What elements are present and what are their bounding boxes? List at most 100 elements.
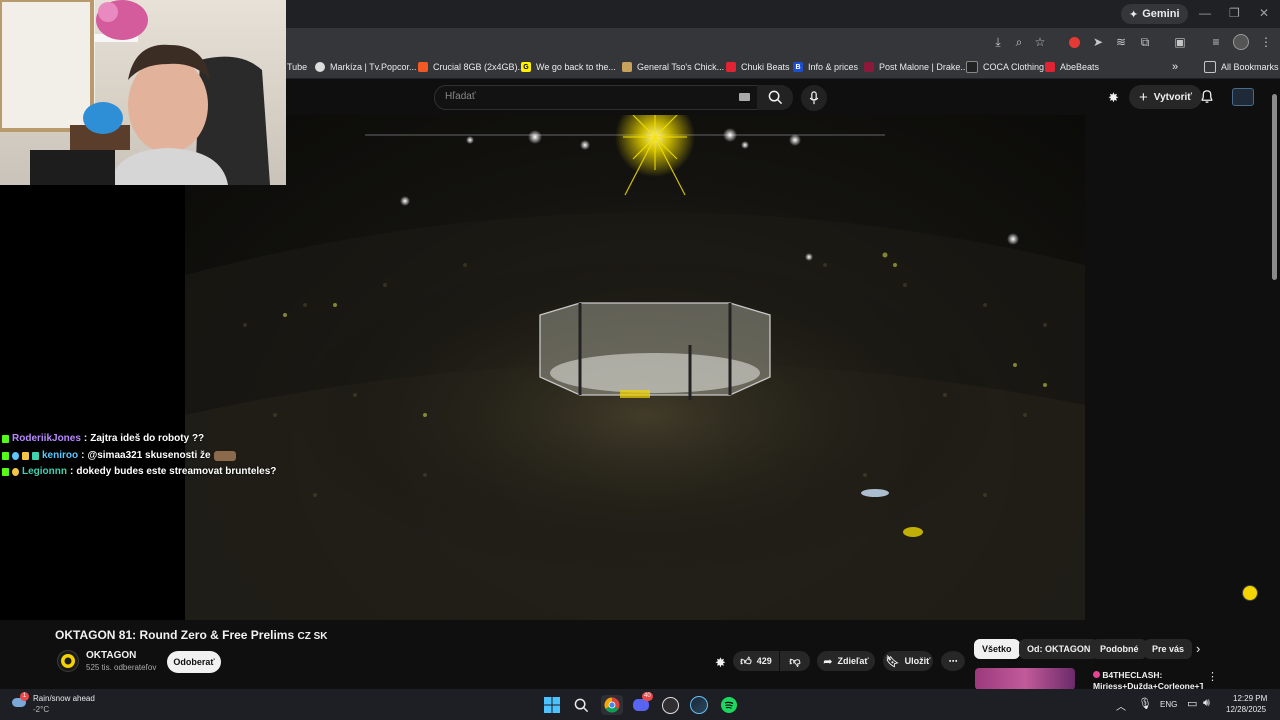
- close-icon[interactable]: ✕: [1259, 6, 1269, 20]
- bookmark-coca-clothing[interactable]: COCA Clothing: [966, 59, 1044, 75]
- search-input[interactable]: Hľadať: [434, 85, 759, 110]
- install-app-icon[interactable]: ⤓: [990, 34, 1006, 50]
- bookmark-post-malone[interactable]: Post Malone | Drake...: [864, 59, 968, 75]
- start-windows-icon[interactable]: [542, 695, 562, 715]
- gem-donate-icon[interactable]: ✸: [715, 655, 726, 671]
- more-actions-button[interactable]: ⋯: [941, 651, 965, 671]
- gem-shop-icon[interactable]: ✸: [1108, 90, 1119, 106]
- reading-list-icon[interactable]: ≡: [1208, 34, 1224, 50]
- chrome-taskbar-icon[interactable]: [601, 695, 623, 715]
- bookmark-chuki-beats[interactable]: Chuki Beats: [726, 59, 790, 75]
- obs-taskbar-icon[interactable]: [660, 695, 680, 715]
- bookmark-genius[interactable]: G We go back to the...: [521, 59, 616, 75]
- secondary-column: [1085, 115, 1270, 620]
- weather-widget-icon[interactable]: 1: [12, 692, 29, 710]
- more-bookmarks-chevron-icon[interactable]: »: [1172, 59, 1178, 75]
- clock-time[interactable]: 12:29 PM: [1233, 694, 1267, 703]
- channel-name[interactable]: OKTAGON: [86, 650, 136, 661]
- kick-badge-icon: [2, 451, 9, 460]
- spotify-taskbar-icon[interactable]: [719, 695, 739, 715]
- clock-date[interactable]: 12/28/2025: [1226, 705, 1266, 714]
- search-placeholder: Hľadať: [445, 91, 476, 102]
- page-scrollbar[interactable]: [1270, 80, 1280, 690]
- like-button[interactable]: 👍︎ 429: [733, 651, 779, 671]
- language-indicator[interactable]: ENG: [1160, 700, 1177, 709]
- notifications-bell-icon[interactable]: [1200, 89, 1214, 104]
- abebeats-favicon-icon: [1045, 62, 1055, 72]
- subscriber-count: 525 tis. odberateľov: [86, 663, 157, 672]
- discord-taskbar-icon[interactable]: 40: [631, 692, 653, 715]
- extension-arrow-icon[interactable]: ➤: [1090, 34, 1106, 50]
- subscriber-badge-icon: [12, 451, 19, 460]
- show-hidden-icons-chevron-icon[interactable]: ︿: [1116, 698, 1126, 713]
- all-bookmarks-folder[interactable]: All Bookmarks: [1204, 59, 1279, 75]
- save-button[interactable]: 🔖︎ Uložiť: [883, 651, 933, 671]
- network-icon[interactable]: ▭: [1187, 697, 1197, 710]
- bookmark-info-prices[interactable]: B Info & prices: [793, 59, 858, 75]
- bookmark-label: General Tso's Chick...: [637, 62, 725, 72]
- volume-icon[interactable]: 🔊︎: [1203, 697, 1210, 710]
- recommendation-thumbnail[interactable]: [975, 668, 1075, 690]
- subscribe-button[interactable]: Odoberať: [167, 651, 221, 673]
- steam-taskbar-icon[interactable]: [689, 695, 709, 715]
- video-title-suffix: CZ SK: [297, 631, 328, 642]
- extension-red-icon[interactable]: [1066, 34, 1082, 50]
- more-menu-icon[interactable]: ⋮: [1258, 34, 1274, 50]
- bookmark-general-tso[interactable]: General Tso's Chick...: [622, 59, 724, 75]
- share-button[interactable]: ➦ Zdieľať: [817, 651, 875, 671]
- gemini-label: Gemini: [1142, 8, 1180, 20]
- scrollbar-thumb[interactable]: [1272, 94, 1277, 280]
- video-title: OKTAGON 81: Round Zero & Free Prelims CZ…: [55, 628, 328, 642]
- user-avatar[interactable]: [1232, 88, 1254, 106]
- discord-notification-badge: 40: [642, 692, 653, 701]
- extensions-puzzle-icon[interactable]: ⧉: [1137, 34, 1153, 50]
- thumb-down-icon: 👎︎: [789, 655, 801, 668]
- like-count: 429: [756, 656, 772, 666]
- microphone-tray-icon[interactable]: 🎙︎: [1138, 697, 1152, 710]
- weather-alert-badge: 1: [20, 692, 29, 701]
- folder-icon: [1204, 61, 1216, 73]
- chip-for-you[interactable]: Pre vás: [1144, 639, 1193, 659]
- voice-search-button[interactable]: [801, 85, 827, 111]
- kick-badge-icon: [2, 435, 9, 444]
- restore-icon[interactable]: ❐: [1229, 6, 1240, 20]
- side-panel-icon[interactable]: ▣: [1172, 34, 1188, 50]
- recommendation-menu-icon[interactable]: ⋮: [1207, 670, 1218, 683]
- plus-icon: +: [1139, 88, 1148, 106]
- minimize-icon[interactable]: —: [1199, 6, 1211, 20]
- bookmark-label: Crucial 8GB (2x4GB)...: [433, 62, 526, 72]
- keyboard-icon[interactable]: [739, 93, 750, 101]
- bookmark-star-icon[interactable]: ☆: [1032, 34, 1048, 50]
- dislike-button[interactable]: 👎︎: [780, 651, 810, 671]
- extension-wave-icon[interactable]: ≋: [1113, 34, 1129, 50]
- create-button[interactable]: + Vytvoriť: [1129, 85, 1203, 109]
- chat-text: Zajtra ideš do roboty ??: [90, 433, 205, 444]
- chip-related[interactable]: Podobné: [1092, 639, 1147, 659]
- channel-watermark-icon[interactable]: [1242, 585, 1258, 601]
- gemini-button[interactable]: ✦ Gemini: [1121, 4, 1188, 24]
- chips-next-chevron-icon[interactable]: ›: [1196, 641, 1200, 656]
- weather-forecast[interactable]: Rain/snow ahead: [33, 694, 95, 703]
- sparkle-icon: ✦: [1129, 8, 1139, 21]
- bookmark-label: COCA Clothing: [983, 62, 1045, 72]
- create-label: Vytvoriť: [1153, 91, 1193, 103]
- taskbar-search-icon[interactable]: [571, 695, 591, 715]
- live-dot-icon: [1093, 671, 1100, 678]
- kick-badge-icon: [2, 468, 9, 477]
- moderator-badge-icon: [32, 451, 39, 460]
- chip-from-channel[interactable]: Od: OKTAGON: [1019, 639, 1099, 659]
- coca-favicon-icon: [966, 61, 978, 73]
- zoom-icon[interactable]: ⌕: [1011, 34, 1027, 50]
- bookmark-crucial[interactable]: Crucial 8GB (2x4GB)...: [418, 59, 525, 75]
- chip-all[interactable]: Všetko: [974, 639, 1020, 659]
- bookmark-youtube[interactable]: Tube: [287, 59, 307, 75]
- arena-scene-image: [185, 115, 1085, 620]
- share-arrow-icon: ➦: [823, 655, 833, 668]
- bookmark-markiza[interactable]: Markíza | Tv.Popcor...: [315, 59, 417, 75]
- gift-badge-icon: [12, 468, 19, 477]
- bookmark-abebeats[interactable]: AbeBeats: [1045, 59, 1099, 75]
- profile-avatar-icon[interactable]: [1233, 34, 1249, 50]
- channel-avatar[interactable]: [57, 650, 79, 672]
- search-button[interactable]: [757, 85, 793, 110]
- video-player[interactable]: [185, 115, 1085, 620]
